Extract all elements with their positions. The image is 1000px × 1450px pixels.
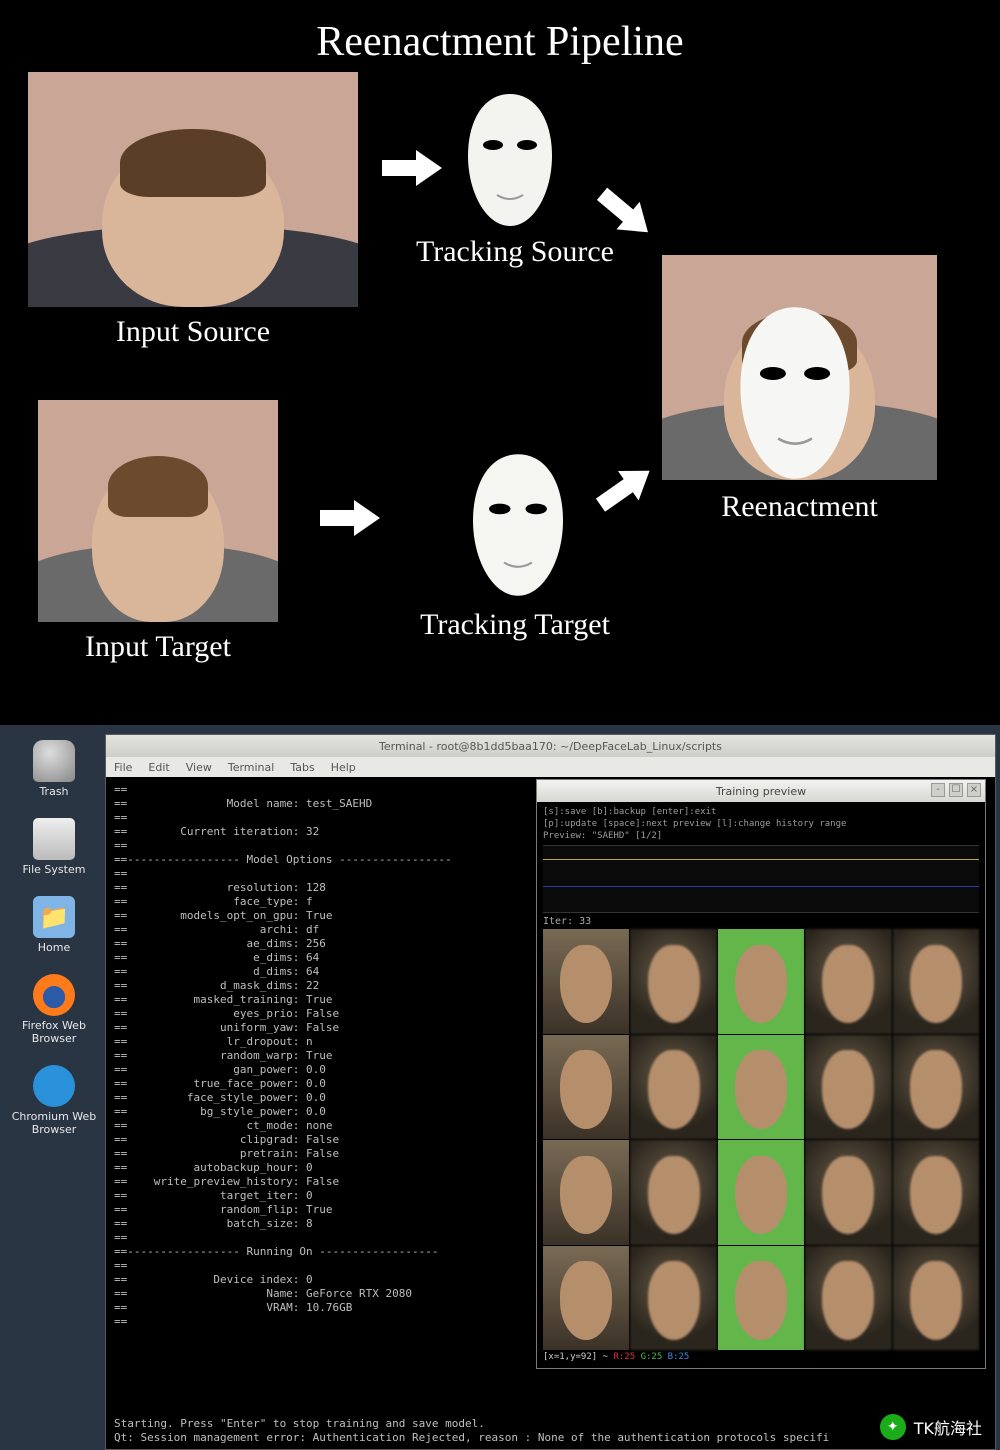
menu-item-tabs[interactable]: Tabs [290, 761, 314, 774]
preview-controls-hint: [s]:save [b]:backup [enter]:exit [p]:upd… [543, 806, 979, 842]
reenactment-mask-overlay-icon [730, 302, 860, 462]
terminal-menubar: File Edit View Terminal Tabs Help [106, 757, 995, 777]
preview-face-cell [543, 1035, 629, 1140]
preview-face-cell [718, 1246, 804, 1351]
preview-body: [s]:save [b]:backup [enter]:exit [p]:upd… [537, 802, 985, 1368]
drive-icon [33, 818, 75, 860]
training-preview-window: Training preview ‑ ☐ × [s]:save [b]:back… [536, 779, 986, 1369]
preview-face-cell [630, 1140, 716, 1245]
folder-icon: 📁 [33, 896, 75, 938]
preview-face-grid [543, 929, 979, 1350]
preview-face-cell [630, 929, 716, 1034]
input-target-image [38, 400, 278, 622]
tracking-source-mask-icon [460, 90, 560, 230]
preview-face-cell [630, 1035, 716, 1140]
preview-title: Training preview [716, 785, 806, 798]
input-source-label: Input Source [28, 315, 358, 349]
watermark-text: TK航海社 [914, 1415, 982, 1439]
preview-face-cell [805, 1035, 891, 1140]
arrow-icon [382, 150, 442, 186]
preview-face-cell [893, 929, 979, 1034]
terminal-qt-error: Qt: Session management error: Authentica… [114, 1431, 987, 1445]
wechat-icon: ✦ [880, 1414, 906, 1440]
tracking-source-label: Tracking Source [400, 235, 630, 269]
reenactment-pipeline-diagram: Reenactment Pipeline Input Source Input … [0, 0, 1000, 725]
window-maximize-button[interactable]: ☐ [949, 783, 963, 797]
preview-face-cell [630, 1246, 716, 1351]
menu-item-help[interactable]: Help [331, 761, 356, 774]
preview-face-cell [805, 929, 891, 1034]
desktop-icon-file-system[interactable]: File System [4, 818, 104, 876]
terminal-title: Terminal - root@8b1dd5baa170: ~/DeepFace… [379, 740, 722, 753]
menu-item-edit[interactable]: Edit [148, 761, 169, 774]
linux-desktop: Trash File System 📁Home Firefox Web Brow… [0, 725, 1000, 1450]
preview-iter: Iter: 33 [543, 916, 979, 927]
menu-item-view[interactable]: View [186, 761, 212, 774]
desktop-icon-firefox[interactable]: Firefox Web Browser [4, 974, 104, 1045]
desktop-icon-home[interactable]: 📁Home [4, 896, 104, 954]
tracking-target-mask-icon [462, 450, 574, 600]
input-target-label: Input Target [38, 630, 278, 664]
preview-titlebar[interactable]: Training preview ‑ ☐ × [537, 780, 985, 802]
reenactment-label: Reenactment [662, 490, 937, 524]
input-source-image [28, 72, 358, 307]
loss-graph [543, 845, 979, 913]
menu-item-file[interactable]: File [114, 761, 132, 774]
preview-face-cell [718, 929, 804, 1034]
terminal-titlebar[interactable]: Terminal - root@8b1dd5baa170: ~/DeepFace… [106, 735, 995, 757]
menu-item-terminal[interactable]: Terminal [228, 761, 275, 774]
terminal-starting-line: Starting. Press "Enter" to stop training… [114, 1417, 485, 1431]
firefox-icon [33, 974, 75, 1016]
diagram-title: Reenactment Pipeline [0, 18, 1000, 66]
preview-face-cell [893, 1246, 979, 1351]
trash-icon [33, 740, 75, 782]
arrow-icon [320, 500, 380, 536]
arrow-icon [590, 456, 660, 520]
window-minimize-button[interactable]: ‑ [931, 783, 945, 797]
desktop-icons: Trash File System 📁Home Firefox Web Brow… [4, 740, 104, 1156]
watermark: ✦ TK航海社 [880, 1414, 982, 1440]
preview-status: [x=1,y=92] ~ R:25 G:25 B:25 [543, 1350, 979, 1364]
preview-face-cell [718, 1035, 804, 1140]
preview-face-cell [543, 929, 629, 1034]
desktop-icon-chromium[interactable]: Chromium Web Browser [4, 1065, 104, 1136]
preview-face-cell [805, 1246, 891, 1351]
preview-face-cell [718, 1140, 804, 1245]
tracking-target-label: Tracking Target [400, 608, 630, 642]
desktop-icon-trash[interactable]: Trash [4, 740, 104, 798]
preview-face-cell [543, 1140, 629, 1245]
preview-face-cell [893, 1140, 979, 1245]
preview-face-cell [543, 1246, 629, 1351]
chromium-icon [33, 1065, 75, 1107]
preview-face-cell [893, 1035, 979, 1140]
preview-face-cell [805, 1140, 891, 1245]
window-close-button[interactable]: × [967, 783, 981, 797]
